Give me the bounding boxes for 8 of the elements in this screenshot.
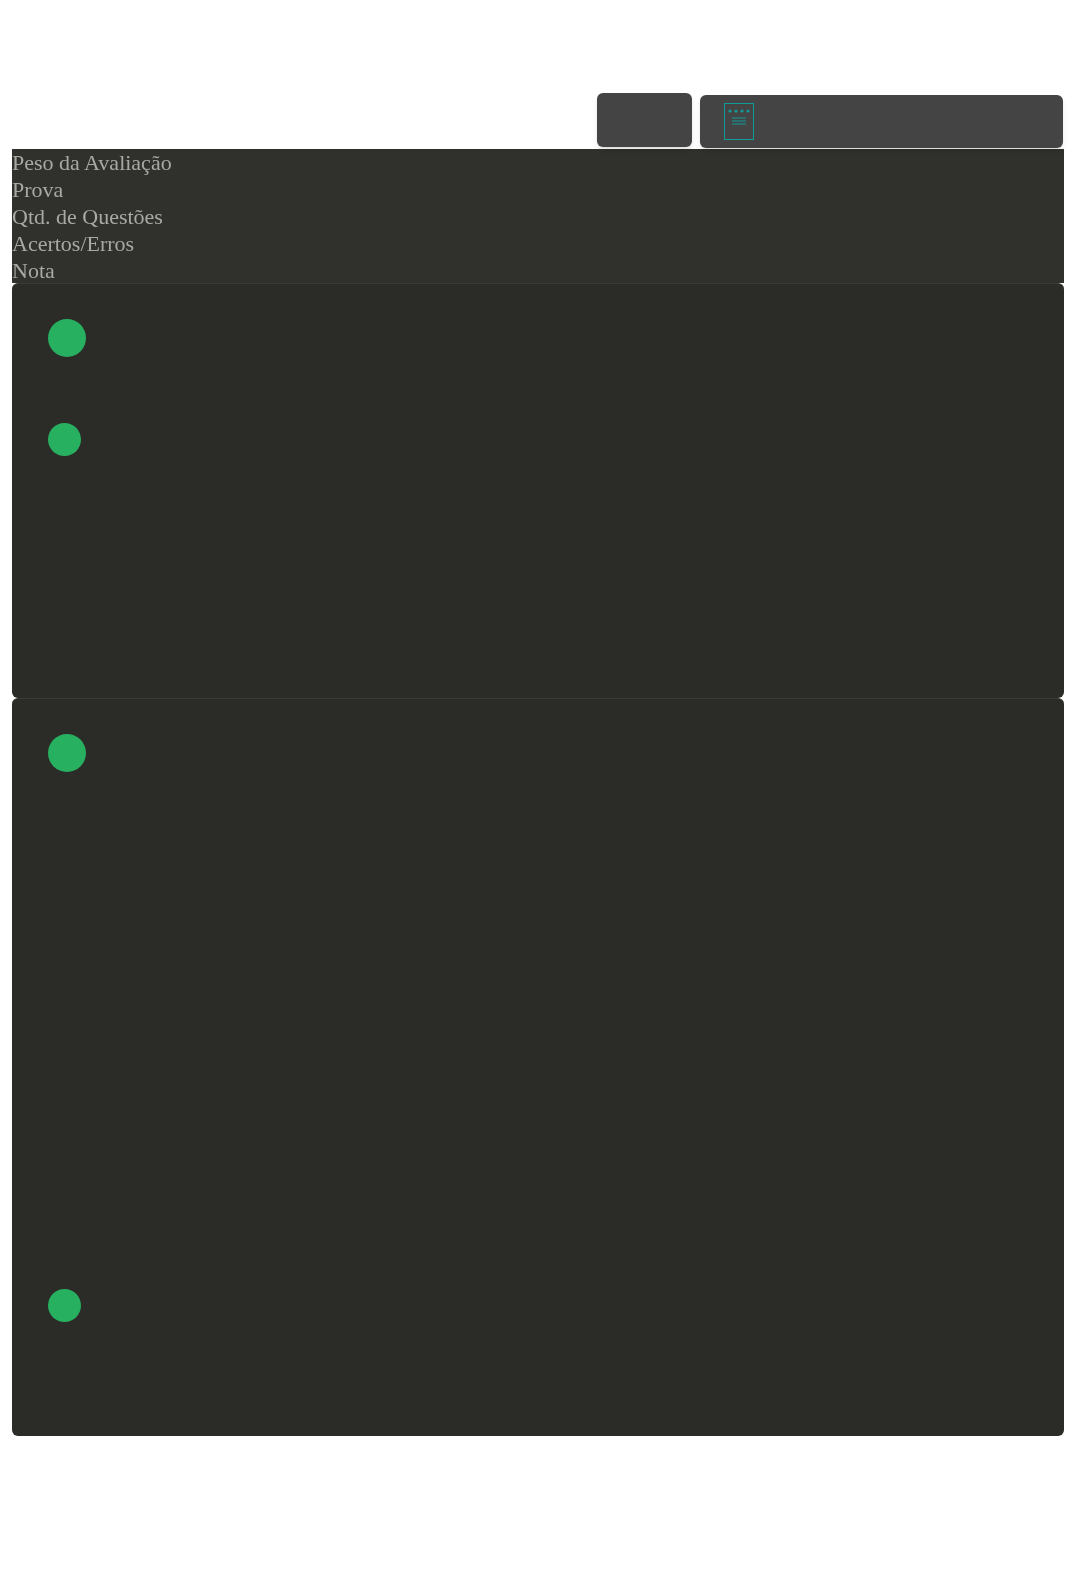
column-label: Qtd. de Questões [12, 203, 163, 230]
column-label: Peso da Avaliação [12, 149, 172, 176]
column-label: Acertos/Erros [12, 230, 135, 257]
toolbar-button[interactable] [597, 93, 692, 147]
document-icon [724, 103, 754, 140]
column-label: Nota [12, 257, 55, 284]
toolbar-button[interactable] [700, 95, 1063, 148]
column-label: Prova [12, 176, 64, 203]
